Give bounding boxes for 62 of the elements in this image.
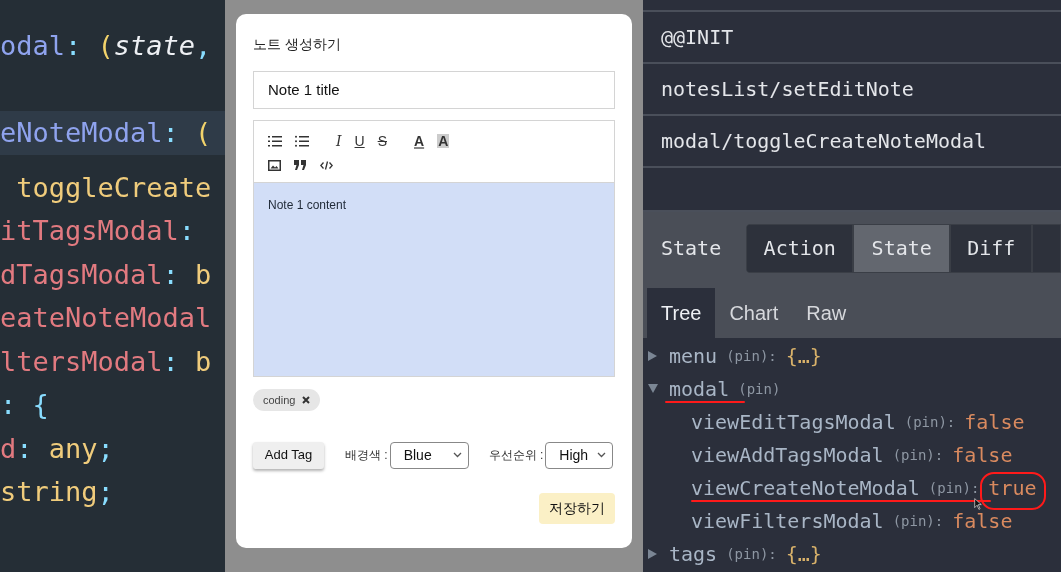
inspector-tab[interactable]: Action [747, 224, 855, 272]
inspector-tab[interactable]: State [854, 224, 952, 272]
pin-label: (pin): [726, 346, 777, 366]
strike-button[interactable]: S [377, 134, 387, 148]
state-key: menu [669, 345, 718, 366]
bullet-list-icon[interactable] [295, 134, 309, 148]
state-value: false [952, 444, 1013, 465]
pin-label: (pin): [928, 478, 980, 498]
state-value: {…} [785, 543, 822, 564]
priority-label: 우선순위 : [488, 447, 544, 464]
underline-button[interactable]: U [354, 134, 365, 148]
save-button[interactable]: 저장하기 [539, 493, 615, 524]
font-color-button[interactable]: A [414, 134, 425, 148]
highlight-button[interactable]: A [437, 134, 450, 148]
state-value: {…} [785, 345, 822, 366]
expanded-triangle-icon[interactable] [648, 384, 660, 393]
state-key: modal [669, 378, 730, 399]
editor-content[interactable]: Note 1 content [254, 183, 614, 376]
add-tag-button[interactable]: Add Tag [253, 441, 324, 469]
code-line: string; [0, 475, 115, 509]
pin-label: (pin) [738, 379, 781, 399]
image-icon[interactable] [268, 159, 281, 171]
chevron-down-icon [597, 452, 607, 458]
code-line: itTagsModal: [0, 214, 197, 248]
code-line: odal: (state, [0, 29, 213, 63]
remove-tag-icon[interactable] [302, 396, 311, 404]
view-tab[interactable]: Chart [715, 288, 793, 338]
title-input[interactable]: Note 1 title [253, 71, 615, 109]
mouse-cursor-icon [974, 498, 982, 510]
action-list-item[interactable]: notesList/setEditNote [643, 64, 1061, 116]
state-key: viewEditTagsModal [691, 411, 896, 432]
state-key: viewAddTagsModal [691, 444, 884, 465]
code-line: ltersModal: b [0, 344, 213, 379]
background-color-label: 배경색 : [345, 447, 388, 464]
action-list-item[interactable]: @@INIT [643, 12, 1061, 64]
code-icon[interactable] [320, 160, 333, 170]
priority-select[interactable]: High [545, 441, 614, 469]
state-value: false [964, 411, 1025, 432]
pin-label: (pin): [726, 544, 777, 564]
state-value: false [952, 510, 1013, 531]
code-line: : { [0, 388, 50, 422]
state-key: viewFiltersModal [691, 510, 884, 531]
action-list-item[interactable]: modal/toggleCreateNoteModal [643, 116, 1061, 168]
italic-button[interactable]: I [336, 134, 342, 148]
code-line: eateNoteModal [0, 301, 213, 335]
quote-icon[interactable] [294, 160, 307, 170]
code-line: dTagsModal: b [0, 257, 213, 292]
tag-chip: coding [253, 389, 321, 411]
modal-title: 노트 생성하기 [253, 35, 342, 54]
state-key: viewCreateNoteModal [691, 477, 920, 498]
view-tab[interactable]: Tree [647, 288, 716, 338]
state-key: tags [669, 543, 718, 564]
ordered-list-icon[interactable] [268, 134, 282, 148]
pin-label: (pin): [892, 511, 944, 531]
code-line: toggleCreate [15, 170, 213, 205]
panel-title: State [661, 235, 722, 262]
background-color-select[interactable]: Blue [389, 441, 469, 469]
pin-label: (pin): [904, 412, 956, 432]
code-line: d: any; [0, 431, 115, 466]
chevron-down-icon [452, 452, 462, 458]
pin-label: (pin): [892, 445, 944, 465]
view-tab[interactable]: Raw [792, 288, 861, 338]
